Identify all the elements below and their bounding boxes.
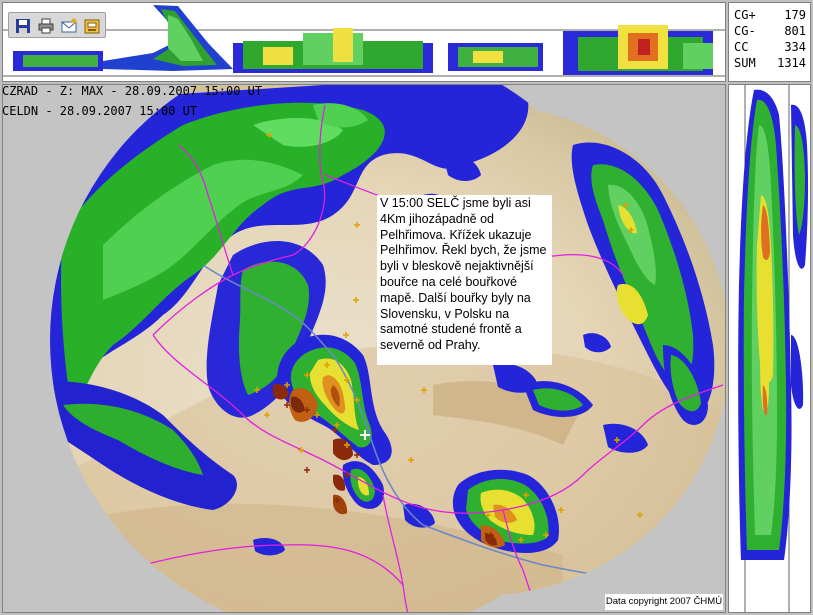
radar-map[interactable] xyxy=(3,85,726,613)
save-button[interactable] xyxy=(13,16,31,34)
horizontal-profile-panel xyxy=(2,2,726,82)
copyright-label: Data copyright 2007 ČHMÚ xyxy=(605,594,723,610)
lightning-stats-panel: CG+ 179 CG- 801 CC 334 SUM 1314 xyxy=(728,2,811,82)
radar-viewer-window: CG+ 179 CG- 801 CC 334 SUM 1314 CZRAD - … xyxy=(0,0,813,615)
stat-value: 179 xyxy=(784,8,806,22)
print-button[interactable] xyxy=(36,16,54,34)
email-icon xyxy=(61,18,77,33)
toolbar xyxy=(8,12,106,38)
stat-value: 1314 xyxy=(777,56,806,70)
print-icon xyxy=(38,18,54,34)
stat-label: SUM xyxy=(734,56,756,70)
email-button[interactable] xyxy=(59,16,77,34)
stat-row-cc: CC 334 xyxy=(734,40,806,56)
save-icon xyxy=(16,19,30,33)
stat-row-cg-plus: CG+ 179 xyxy=(734,8,806,24)
horizontal-profile-chart xyxy=(3,5,725,77)
stat-value: 334 xyxy=(784,40,806,54)
stat-value: 801 xyxy=(784,24,806,38)
stat-row-cg-minus: CG- 801 xyxy=(734,24,806,40)
export-button[interactable] xyxy=(82,16,100,34)
stat-label: CG+ xyxy=(734,8,756,22)
vertical-profile-chart xyxy=(738,85,809,612)
stat-row-sum: SUM 1314 xyxy=(734,56,806,72)
stat-label: CG- xyxy=(734,24,756,38)
stat-label: CC xyxy=(734,40,749,54)
export-icon xyxy=(84,19,100,34)
radar-product-label: CZRAD - Z: MAX - 28.09.2007 15:00 UT xyxy=(2,84,263,98)
vertical-profile-panel xyxy=(728,84,811,613)
lightning-product-label: CELDN - 28.09.2007 15:00 UT xyxy=(2,104,198,118)
radar-map-panel[interactable] xyxy=(2,84,726,613)
annotation-text-box: V 15:00 SELČ jsme byli asi 4Km jihozápad… xyxy=(377,195,552,365)
